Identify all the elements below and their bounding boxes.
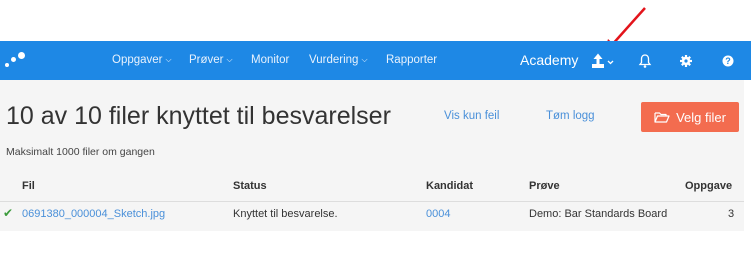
top-nav-bar: Oppgaver ⌵ Prøver ⌵ Monitor Vurdering ⌵ Rap… [0, 41, 751, 80]
settings-button[interactable] [679, 50, 693, 72]
svg-text:?: ? [725, 56, 731, 66]
nav-rapporter[interactable]: Rapporter [386, 53, 437, 67]
brand-label[interactable]: Academy [520, 52, 578, 69]
file-limit-hint: Maksimalt 1000 filer om gangen [6, 146, 155, 158]
notifications-button[interactable] [638, 50, 652, 72]
nav-label: Monitor [251, 54, 290, 66]
status-cell: Knyttet til besvarelse. [233, 208, 338, 220]
nav-prover[interactable]: Prøver ⌵ [189, 53, 233, 68]
upload-panel: 10 av 10 filer knyttet til besvarelser V… [0, 80, 744, 231]
clear-log-button[interactable]: Tøm logg [546, 110, 595, 122]
nav-label: Rapporter [386, 54, 438, 66]
chevron-down-icon: ⌵ [226, 55, 233, 64]
column-header-file: Fil [22, 180, 35, 192]
select-files-label: Velg filer [676, 109, 726, 125]
task-cell: 3 [728, 208, 735, 220]
column-header-test: Prøve [529, 180, 560, 192]
folder-open-icon [654, 112, 670, 123]
show-errors-only-button[interactable]: Vis kun feil [444, 110, 499, 122]
check-icon: ✔ [3, 206, 14, 220]
gear-icon [680, 55, 692, 67]
nav-monitor[interactable]: Monitor [251, 53, 289, 67]
help-button[interactable]: ? [721, 50, 735, 72]
chevron-down-icon: ⌵ [361, 55, 368, 64]
test-cell: Demo: Bar Standards Board [529, 208, 668, 220]
upload-menu-button[interactable] [590, 50, 618, 72]
upload-icon [592, 53, 614, 68]
nav-label: Oppgaver [112, 54, 163, 66]
candidate-link[interactable]: 0004 [426, 208, 450, 220]
nav-vurdering[interactable]: Vurdering ⌵ [309, 53, 368, 68]
nav-label: Vurdering [309, 54, 359, 66]
help-icon: ? [722, 55, 734, 67]
column-header-status: Status [233, 180, 267, 192]
file-link[interactable]: 0691380_000004_Sketch.jpg [22, 208, 165, 220]
select-files-button[interactable]: Velg filer [641, 102, 739, 132]
column-header-task: Oppgave [685, 180, 733, 192]
column-header-candidate: Kandidat [426, 180, 474, 192]
page-title: 10 av 10 filer knyttet til besvarelser [6, 102, 391, 130]
nav-oppgaver[interactable]: Oppgaver ⌵ [112, 53, 172, 68]
bell-icon [638, 54, 652, 68]
table-divider [0, 201, 744, 202]
chevron-down-icon: ⌵ [165, 55, 172, 64]
nav-label: Prøver [189, 54, 224, 66]
logo[interactable] [0, 41, 40, 80]
